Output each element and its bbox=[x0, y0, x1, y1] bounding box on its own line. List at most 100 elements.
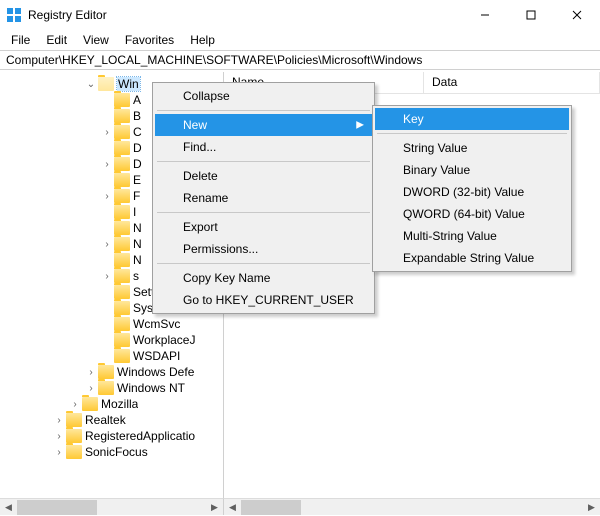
ctx-new-label: New bbox=[183, 118, 207, 132]
ctx-collapse[interactable]: Collapse bbox=[155, 85, 372, 107]
tree-item-label: Win bbox=[117, 77, 140, 91]
context-menu: Collapse New ▶ Find... Delete Rename Exp… bbox=[152, 82, 375, 314]
folder-icon bbox=[114, 93, 130, 107]
tree-item-label: N bbox=[133, 221, 142, 235]
tree-item[interactable]: › Mozilla bbox=[0, 396, 223, 412]
tree-item[interactable]: › SonicFocus bbox=[0, 444, 223, 460]
ctx-export[interactable]: Export bbox=[155, 216, 372, 238]
ctx-find[interactable]: Find... bbox=[155, 136, 372, 158]
context-submenu-new: Key String Value Binary Value DWORD (32-… bbox=[372, 105, 572, 272]
folder-icon bbox=[114, 141, 130, 155]
chevron-right-icon[interactable]: › bbox=[100, 239, 114, 250]
folder-icon bbox=[114, 317, 130, 331]
column-data[interactable]: Data bbox=[424, 72, 600, 93]
chevron-right-icon[interactable]: › bbox=[100, 159, 114, 170]
chevron-right-icon[interactable]: › bbox=[84, 383, 98, 394]
submenu-arrow-icon: ▶ bbox=[356, 120, 364, 131]
tree-item-label: B bbox=[133, 109, 141, 123]
menu-edit[interactable]: Edit bbox=[39, 31, 74, 49]
tree-item-label: N bbox=[133, 237, 142, 251]
close-button[interactable] bbox=[554, 0, 600, 30]
scroll-right-icon[interactable]: ▶ bbox=[583, 499, 600, 516]
tree-item-label: WcmSvc bbox=[133, 317, 180, 331]
tree-item[interactable]: ›Windows NT bbox=[0, 380, 223, 396]
separator bbox=[157, 212, 370, 213]
scroll-thumb[interactable] bbox=[241, 500, 301, 515]
menu-bar: File Edit View Favorites Help bbox=[0, 30, 600, 50]
tree-item-label: Mozilla bbox=[101, 397, 138, 411]
chevron-down-icon[interactable]: ⌄ bbox=[84, 79, 98, 90]
ctx-new[interactable]: New ▶ bbox=[155, 114, 372, 136]
chevron-right-icon[interactable]: › bbox=[52, 431, 66, 442]
chevron-right-icon[interactable]: › bbox=[68, 399, 82, 410]
sub-key[interactable]: Key bbox=[375, 108, 569, 130]
tree-item-label: D bbox=[133, 141, 142, 155]
tree-item-label: Windows Defe bbox=[117, 365, 194, 379]
maximize-button[interactable] bbox=[508, 0, 554, 30]
scroll-thumb[interactable] bbox=[17, 500, 97, 515]
tree-item[interactable]: › Realtek bbox=[0, 412, 223, 428]
chevron-right-icon[interactable]: › bbox=[84, 367, 98, 378]
folder-icon bbox=[114, 237, 130, 251]
tree-item-label: WSDAPI bbox=[133, 349, 180, 363]
tree-item-label: Realtek bbox=[85, 413, 126, 427]
folder-icon bbox=[66, 445, 82, 459]
folder-icon bbox=[114, 301, 130, 315]
folder-icon bbox=[114, 221, 130, 235]
ctx-rename[interactable]: Rename bbox=[155, 187, 372, 209]
address-bar[interactable]: Computer\HKEY_LOCAL_MACHINE\SOFTWARE\Pol… bbox=[0, 50, 600, 70]
window-title: Registry Editor bbox=[28, 8, 462, 22]
sub-multistring[interactable]: Multi-String Value bbox=[375, 225, 569, 247]
separator bbox=[157, 161, 370, 162]
sub-qword[interactable]: QWORD (64-bit) Value bbox=[375, 203, 569, 225]
menu-help[interactable]: Help bbox=[183, 31, 222, 49]
sub-binary[interactable]: Binary Value bbox=[375, 159, 569, 181]
sub-expandable[interactable]: Expandable String Value bbox=[375, 247, 569, 269]
title-bar: Registry Editor bbox=[0, 0, 600, 30]
folder-icon bbox=[114, 125, 130, 139]
tree-item[interactable]: ›WorkplaceJ bbox=[0, 332, 223, 348]
folder-icon bbox=[114, 269, 130, 283]
menu-file[interactable]: File bbox=[4, 31, 37, 49]
tree-hscroll[interactable]: ◀ ▶ bbox=[0, 498, 224, 515]
folder-icon bbox=[114, 333, 130, 347]
menu-favorites[interactable]: Favorites bbox=[118, 31, 181, 49]
folder-icon bbox=[114, 173, 130, 187]
tree-item-label: D bbox=[133, 157, 142, 171]
tree-item[interactable]: ›RegisteredApplicatio bbox=[0, 428, 223, 444]
tree-item[interactable]: ›WSDAPI bbox=[0, 348, 223, 364]
sub-string[interactable]: String Value bbox=[375, 137, 569, 159]
tree-item[interactable]: ›WcmSvc bbox=[0, 316, 223, 332]
folder-icon bbox=[66, 413, 82, 427]
tree-item-label: A bbox=[133, 93, 141, 107]
folder-icon bbox=[114, 253, 130, 267]
minimize-button[interactable] bbox=[462, 0, 508, 30]
chevron-right-icon[interactable]: › bbox=[52, 415, 66, 426]
scroll-left-icon[interactable]: ◀ bbox=[0, 499, 17, 516]
regedit-icon bbox=[6, 7, 22, 23]
chevron-right-icon[interactable]: › bbox=[100, 271, 114, 282]
tree-item-label: SonicFocus bbox=[85, 445, 148, 459]
tree-item-label: F bbox=[133, 189, 140, 203]
scroll-left-icon[interactable]: ◀ bbox=[224, 499, 241, 516]
ctx-goto-hkcu[interactable]: Go to HKEY_CURRENT_USER bbox=[155, 289, 372, 311]
tree-item-label: I bbox=[133, 205, 136, 219]
folder-icon bbox=[98, 77, 114, 91]
ctx-permissions[interactable]: Permissions... bbox=[155, 238, 372, 260]
sub-dword[interactable]: DWORD (32-bit) Value bbox=[375, 181, 569, 203]
folder-icon bbox=[98, 365, 114, 379]
folder-icon bbox=[114, 157, 130, 171]
tree-item[interactable]: › Windows Defe bbox=[0, 364, 223, 380]
folder-icon bbox=[82, 397, 98, 411]
folder-icon bbox=[98, 381, 114, 395]
ctx-delete[interactable]: Delete bbox=[155, 165, 372, 187]
chevron-right-icon[interactable]: › bbox=[100, 191, 114, 202]
scroll-right-icon[interactable]: ▶ bbox=[206, 499, 223, 516]
ctx-copy-key-name[interactable]: Copy Key Name bbox=[155, 267, 372, 289]
tree-item-label: N bbox=[133, 253, 142, 267]
list-hscroll[interactable]: ◀ ▶ bbox=[224, 498, 600, 515]
menu-view[interactable]: View bbox=[76, 31, 116, 49]
chevron-right-icon[interactable]: › bbox=[100, 127, 114, 138]
folder-icon bbox=[114, 189, 130, 203]
chevron-right-icon[interactable]: › bbox=[52, 447, 66, 458]
